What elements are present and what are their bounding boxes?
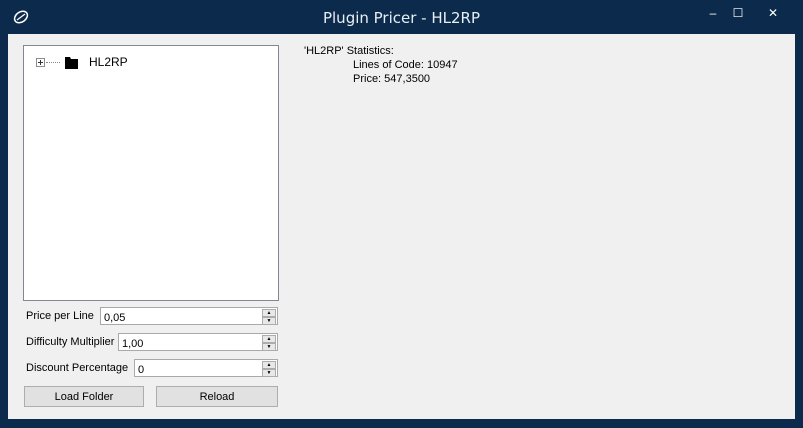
expand-icon[interactable] <box>36 57 45 67</box>
price-per-line-stepper[interactable]: ▲ ▼ <box>100 307 278 326</box>
close-button[interactable]: ✕ <box>758 4 788 24</box>
statistics-panel: 'HL2RP' Statistics: Lines of Code: 10947… <box>304 44 458 86</box>
spin-up-icon[interactable]: ▲ <box>262 335 276 343</box>
client-area: HL2RP 'HL2RP' Statistics: Lines of Code:… <box>8 34 795 419</box>
folder-tree[interactable]: HL2RP <box>23 45 279 301</box>
reload-button[interactable]: Reload <box>156 386 278 407</box>
spin-down-icon[interactable]: ▼ <box>262 317 276 325</box>
spin-up-icon[interactable]: ▲ <box>262 309 276 317</box>
app-window: Plugin Pricer - HL2RP – ☐ ✕ HL2RP 'HL2RP… <box>0 0 803 428</box>
difficulty-multiplier-spin[interactable]: ▲ ▼ <box>262 335 276 351</box>
tree-connector <box>46 61 60 63</box>
stats-price: Price: 547,3500 <box>353 73 431 85</box>
tree-node[interactable]: HL2RP <box>36 53 128 71</box>
discount-percentage-label: Discount Percentage <box>26 362 129 374</box>
tree-node-label: HL2RP <box>89 55 128 69</box>
spin-up-icon[interactable]: ▲ <box>262 361 276 369</box>
spin-down-icon[interactable]: ▼ <box>262 343 276 351</box>
stats-heading: 'HL2RP' Statistics: <box>304 45 394 57</box>
title-bar[interactable]: Plugin Pricer - HL2RP – ☐ ✕ <box>0 0 803 34</box>
price-per-line-input[interactable] <box>101 310 261 326</box>
stats-lines-of-code: Lines of Code: 10947 <box>353 59 458 71</box>
folder-icon <box>65 56 78 69</box>
price-per-line-label: Price per Line <box>26 310 94 322</box>
discount-percentage-spin[interactable]: ▲ ▼ <box>262 361 276 377</box>
difficulty-multiplier-stepper[interactable]: ▲ ▼ <box>118 333 278 352</box>
maximize-button[interactable]: ☐ <box>723 4 753 24</box>
discount-percentage-stepper[interactable]: ▲ ▼ <box>134 359 278 378</box>
price-per-line-spin[interactable]: ▲ ▼ <box>262 309 276 325</box>
spin-down-icon[interactable]: ▼ <box>262 369 276 377</box>
window-title: Plugin Pricer - HL2RP <box>322 9 481 27</box>
difficulty-multiplier-label: Difficulty Multiplier <box>26 336 115 348</box>
load-folder-button[interactable]: Load Folder <box>24 386 144 407</box>
difficulty-multiplier-input[interactable] <box>119 336 261 352</box>
discount-percentage-input[interactable] <box>135 362 261 378</box>
